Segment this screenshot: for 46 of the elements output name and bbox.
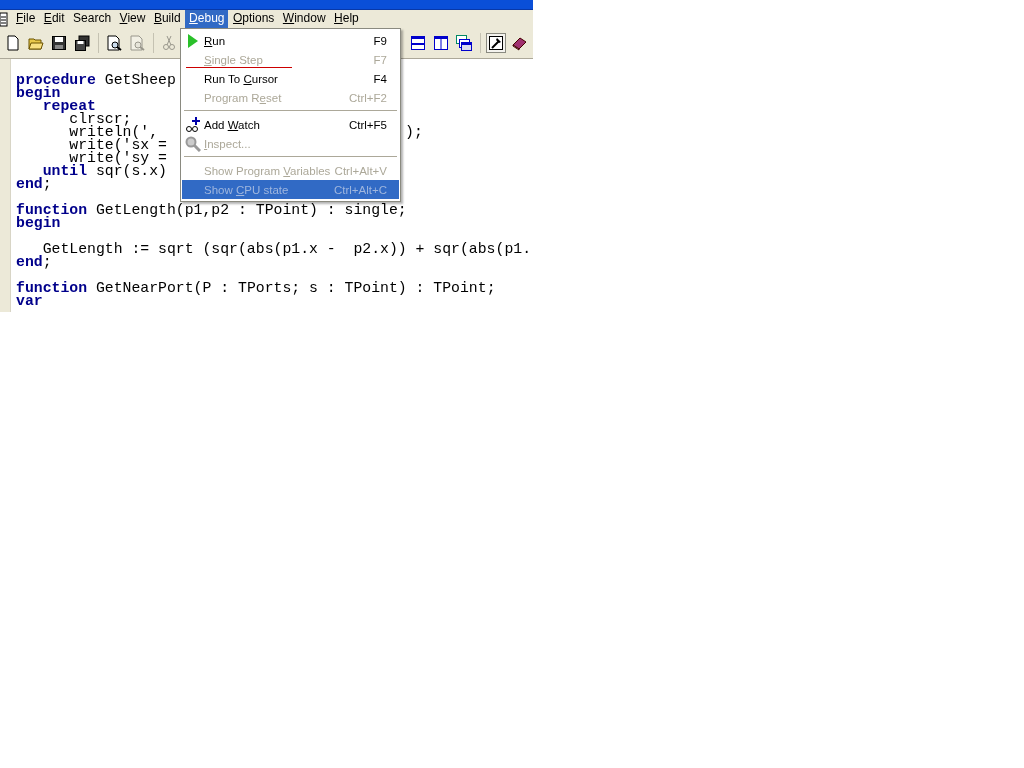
- glasses-plus-icon: [185, 116, 201, 133]
- menu-item[interactable]: Options: [229, 10, 279, 28]
- code-line: clrscr;: [69, 111, 132, 127]
- menu-item[interactable]: Edit: [39, 10, 69, 28]
- toolbar-button[interactable]: [72, 33, 92, 53]
- code-line: begin: [16, 85, 61, 101]
- window-hammer-icon: [488, 35, 504, 51]
- toolbar-button[interactable]: [486, 33, 506, 53]
- menu-item[interactable]: Build: [149, 10, 185, 28]
- book-icon: [511, 35, 527, 51]
- menu-item[interactable]: Run To Cursor F4: [182, 69, 399, 88]
- menu-item[interactable]: Window: [278, 10, 330, 28]
- code-line: begin: [16, 215, 61, 231]
- code-line: function GetNearPort(P : TPorts; s : TPoint) : TPoint;: [16, 280, 496, 296]
- code-line: writeln(',: [68, 124, 159, 140]
- code-line: until sqr(s.x): [42, 163, 167, 179]
- toolbar-button[interactable]: [49, 33, 69, 53]
- menu-item[interactable]: Run F9: [182, 31, 399, 50]
- new-file-icon: [5, 35, 21, 51]
- menu-item[interactable]: Debug: [185, 10, 229, 28]
- code-line: repeat: [42, 98, 96, 114]
- menu-item[interactable]: File: [12, 10, 40, 28]
- code-line: var: [16, 293, 43, 309]
- code-text: );: [405, 126, 423, 139]
- toolbar-button[interactable]: [104, 33, 124, 53]
- folder-icon: [28, 35, 44, 51]
- menu-item[interactable]: Search: [69, 10, 116, 28]
- menu-item[interactable]: Add Watch Ctrl+F5: [182, 115, 399, 134]
- toolbar-button[interactable]: [408, 33, 428, 53]
- menu-item[interactable]: View: [115, 10, 150, 28]
- magnifier-page-icon: [129, 35, 145, 51]
- code-line: end;: [16, 254, 52, 270]
- document-icon: [0, 11, 8, 27]
- floppy-disks-icon: [74, 35, 90, 51]
- cascaded-windows-icon: [456, 35, 472, 51]
- code-line: procedure GetSheep: [16, 72, 176, 88]
- scissors-icon: [161, 35, 177, 51]
- toolbar-button[interactable]: [431, 33, 451, 53]
- magnifier-icon: [185, 135, 201, 152]
- code-line: GetLength := sqrt (sqr(abs(p1.x - p2.x)) + sqr(abs(p1.: [42, 241, 531, 257]
- vertical-tiles-icon: [433, 35, 449, 51]
- magnifier-page-icon: [106, 35, 122, 51]
- toolbar-button[interactable]: [454, 33, 474, 53]
- code-line: end;: [16, 176, 52, 192]
- menu-item[interactable]: Help: [330, 10, 363, 28]
- horizontal-tiles-icon: [410, 35, 426, 51]
